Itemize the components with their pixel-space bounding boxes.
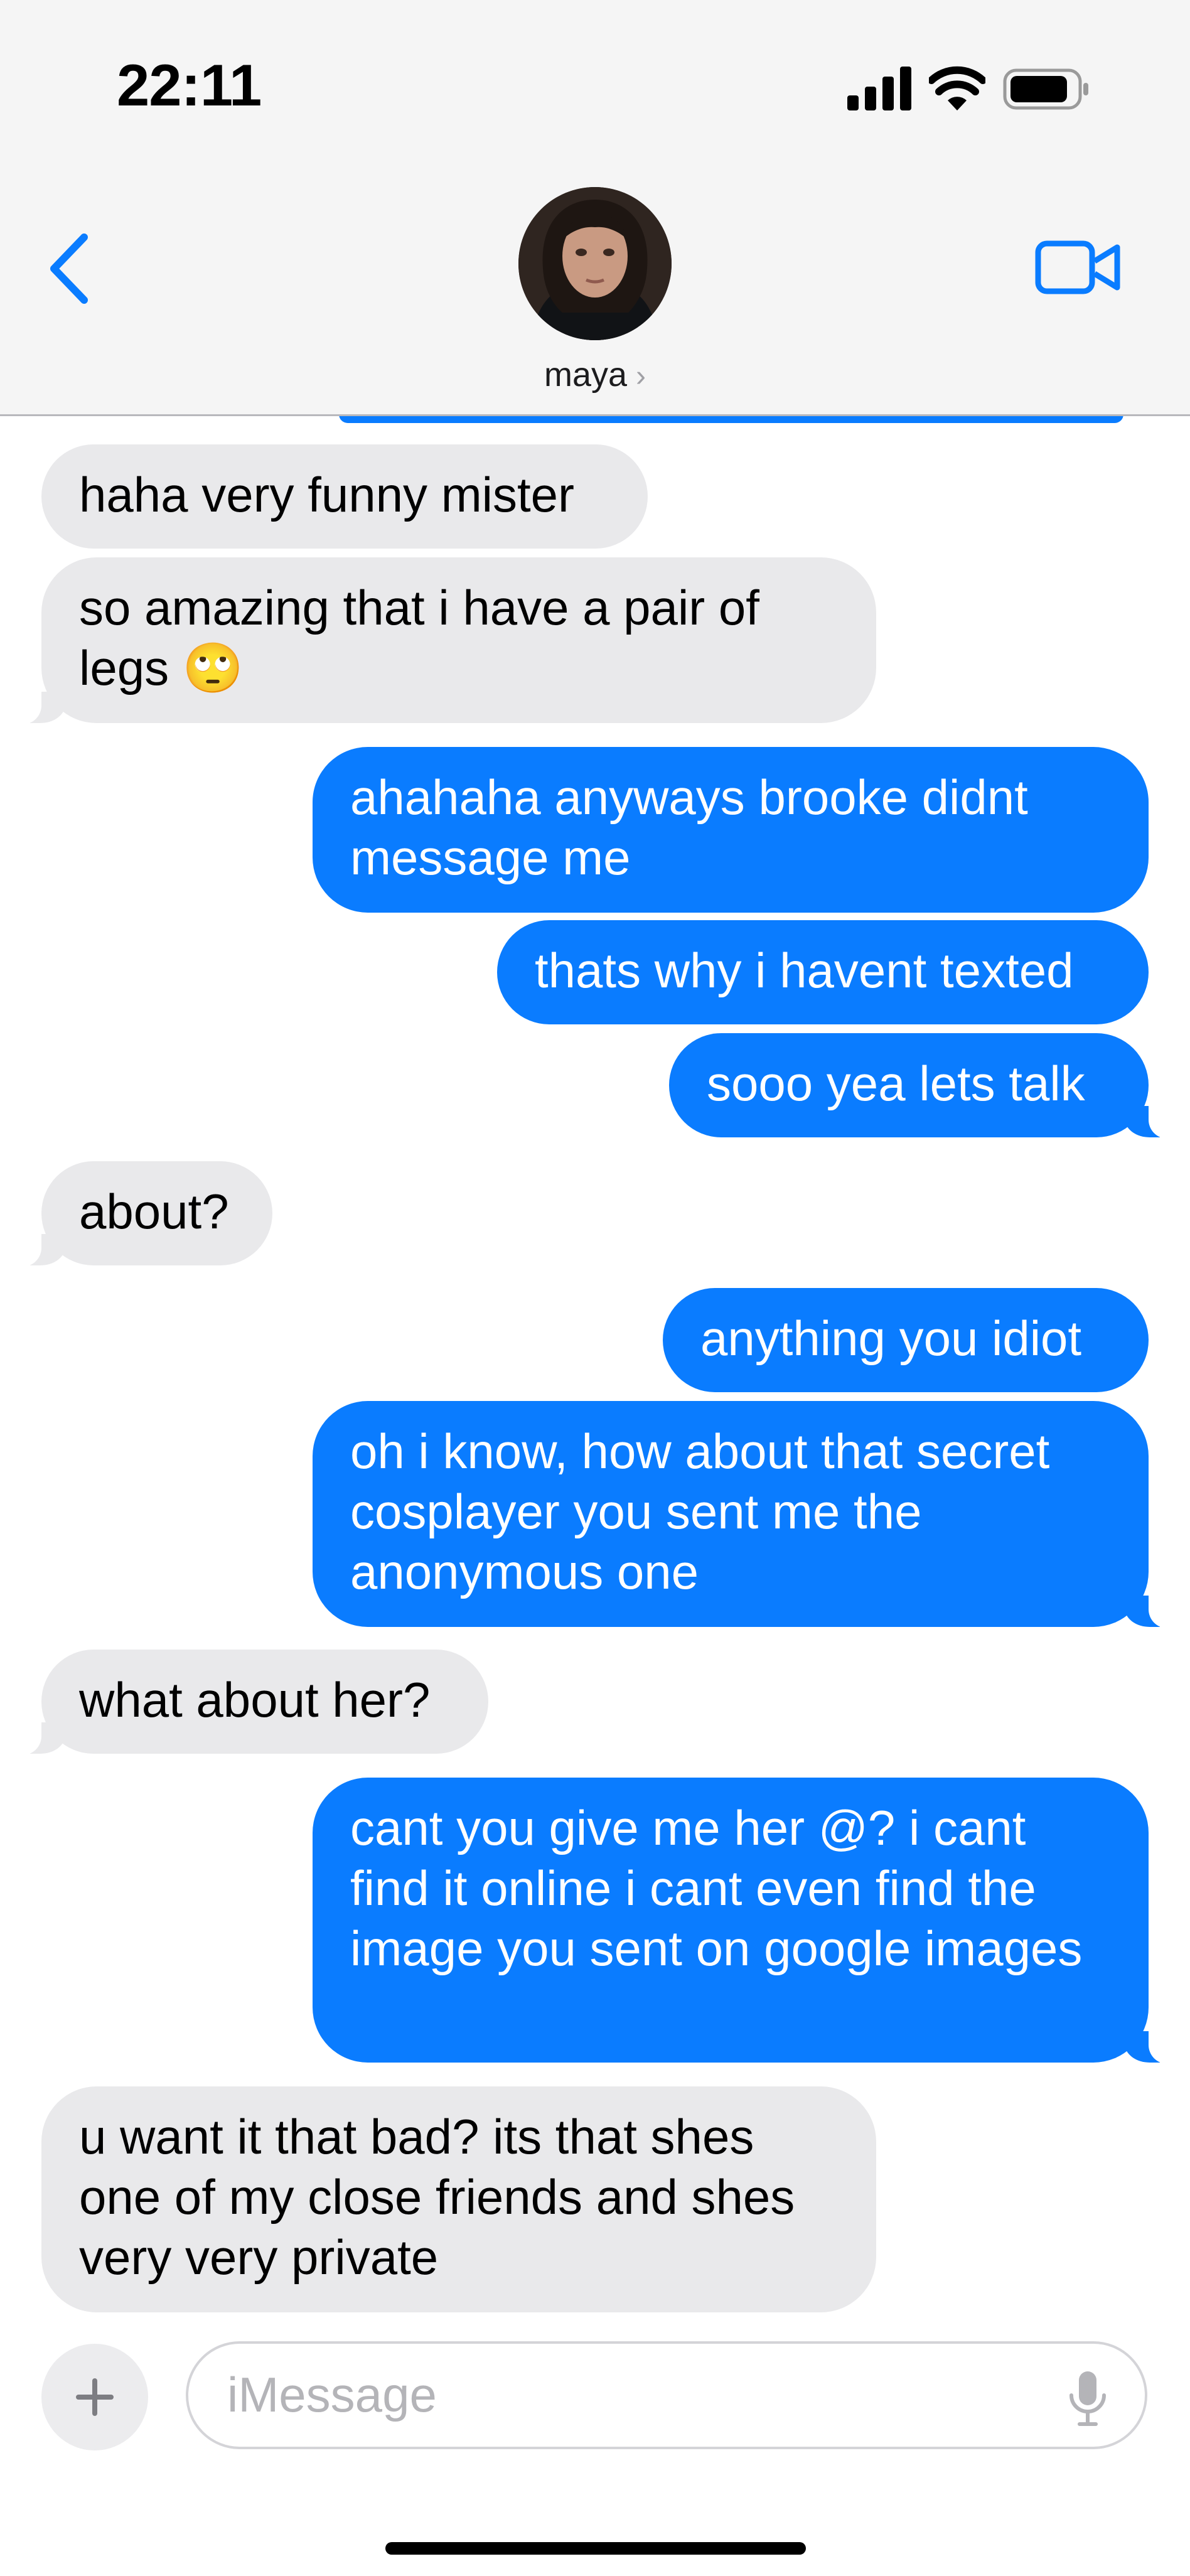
message-text: about? [79, 1184, 229, 1239]
message-text: cant you give me her @? i cant find it o… [350, 1800, 1083, 1976]
home-indicator[interactable] [385, 2542, 806, 2555]
message-bubble-sent[interactable]: anything you idiot [663, 1288, 1149, 1392]
message-bubble-sent[interactable]: cant you give me her @? i cant find it o… [313, 1778, 1174, 2064]
message-input[interactable] [226, 2363, 1044, 2427]
compose-bar [0, 2316, 1190, 2576]
contact-avatar[interactable] [518, 187, 672, 340]
status-bar: 22:11 [0, 0, 1190, 151]
contact-name-button[interactable]: maya › [0, 355, 1190, 394]
message-text: thats why i havent texted [535, 943, 1074, 998]
message-bubble-received[interactable]: u want it that bad? its that shes one of… [41, 2086, 876, 2312]
message-bubble-received[interactable]: about? [16, 1161, 272, 1267]
cellular-signal-icon [847, 67, 911, 110]
conversation-header: maya › [0, 151, 1190, 416]
message-text: oh i know, how about that secret cosplay… [350, 1424, 1050, 1599]
message-thread[interactable]: haha very funny mister so amazing that i… [0, 414, 1190, 2316]
message-text: sooo yea lets talk [707, 1056, 1085, 1111]
microphone-icon[interactable] [1068, 2370, 1107, 2428]
message-bubble-sent[interactable]: sooo yea lets talk [669, 1033, 1174, 1139]
wifi-icon [929, 66, 985, 110]
message-bubble-received[interactable]: what about her? [16, 1650, 488, 1755]
chevron-right-icon: › [636, 360, 646, 393]
message-text: haha very funny mister [79, 467, 575, 522]
plus-icon [76, 2378, 114, 2416]
back-chevron-icon[interactable] [45, 231, 95, 306]
battery-icon [1003, 68, 1088, 110]
message-text: ahahaha anyways brooke didnt message me [350, 770, 1028, 885]
message-bubble-sent[interactable]: thats why i havent texted [497, 920, 1149, 1024]
add-attachment-button[interactable] [41, 2344, 148, 2450]
video-camera-icon[interactable] [1034, 236, 1122, 299]
contact-name: maya [544, 356, 628, 394]
message-bubble-received[interactable]: so amazing that i have a pair of legs 🙄 [16, 557, 876, 724]
message-input-container[interactable] [186, 2341, 1147, 2449]
message-bubble-received[interactable]: haha very funny mister [41, 444, 648, 549]
status-time: 22:11 [117, 52, 262, 118]
message-text: u want it that bad? its that shes one of… [79, 2109, 795, 2285]
message-text: anything you idiot [700, 1311, 1082, 1366]
message-text: what about her? [79, 1672, 431, 1727]
message-bubble-sent[interactable]: ahahaha anyways brooke didnt message me [313, 747, 1149, 913]
message-text: so amazing that i have a pair of legs 🙄 [79, 580, 759, 695]
message-bubble-sent[interactable]: oh i know, how about that secret cosplay… [313, 1401, 1174, 1628]
